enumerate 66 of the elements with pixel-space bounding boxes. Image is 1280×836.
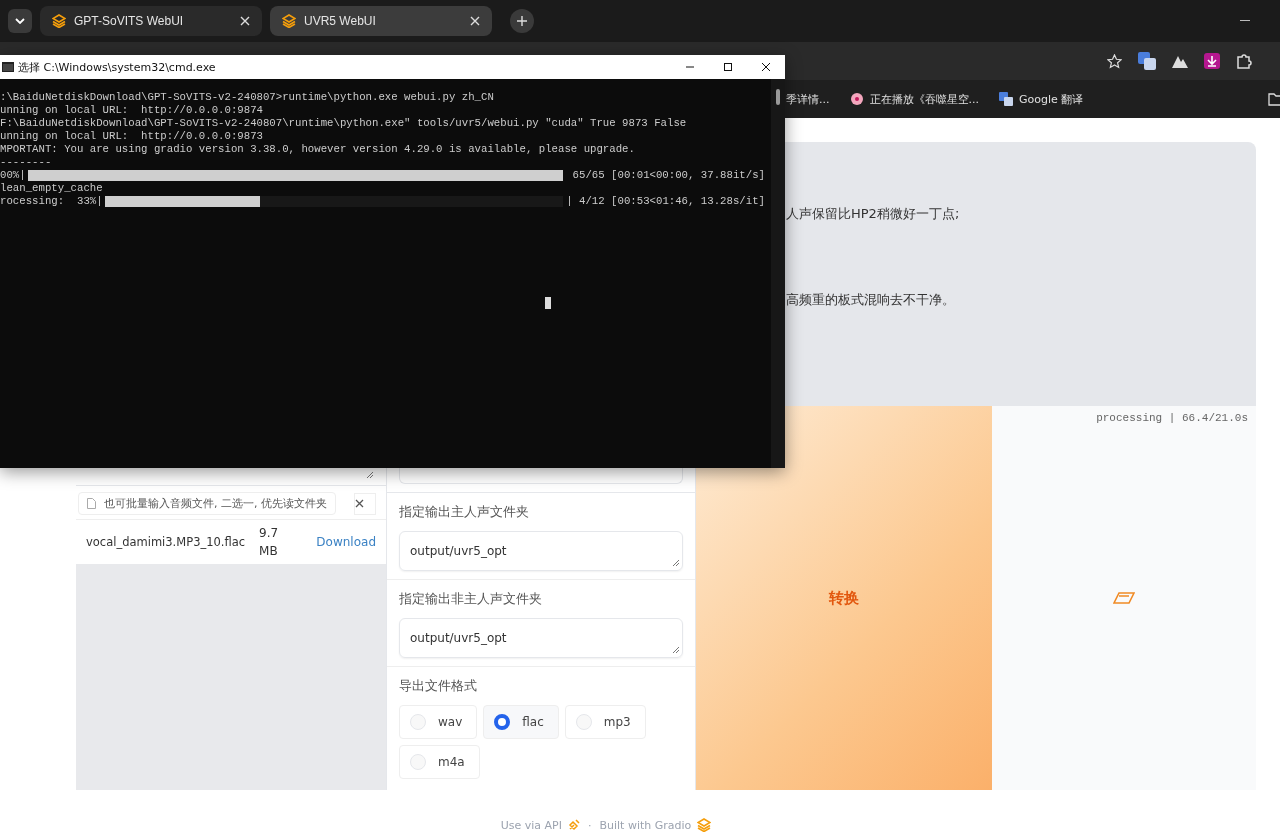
text-field[interactable]: output/uvr5_opt bbox=[399, 531, 683, 571]
file-name: vocal_damimi3.MP3_10.flac bbox=[86, 534, 246, 550]
terminal-icon bbox=[2, 62, 14, 72]
close-icon bbox=[761, 62, 771, 72]
console-line: 00%| bbox=[0, 169, 26, 182]
loader-icon bbox=[1113, 592, 1135, 604]
maximize-icon bbox=[723, 62, 733, 72]
window-title: 选择 C:\Windows\system32\cmd.exe bbox=[18, 59, 216, 75]
file-icon bbox=[87, 498, 96, 509]
file-hint: 也可批量输入音频文件, 二选一, 优先读文件夹 bbox=[104, 496, 327, 511]
chevron-down-icon bbox=[15, 18, 25, 24]
bookmark-link[interactable]: 季详情... bbox=[786, 91, 830, 107]
radio-option[interactable]: m4a bbox=[399, 745, 480, 779]
gradio-logo-icon bbox=[697, 818, 712, 832]
download-icon[interactable] bbox=[1204, 53, 1220, 69]
text-field[interactable]: output/uvr5_opt bbox=[399, 618, 683, 658]
console-line: MPORTANT: You are using gradio version 3.38.0, however version 4.29.0 is available, please upgrade. bbox=[0, 143, 636, 156]
mountain-icon[interactable] bbox=[1172, 54, 1188, 68]
radio-option[interactable]: wav bbox=[399, 705, 478, 739]
browser-tab[interactable]: UVR5 WebUI bbox=[270, 6, 492, 36]
console-line: unning on local URL: http://0.0.0.0:9873 bbox=[0, 130, 264, 143]
separator-dot: · bbox=[587, 818, 592, 832]
scrollbar-thumb[interactable] bbox=[776, 89, 780, 105]
description-text: 高频重的板式混响去不干净。 bbox=[786, 291, 956, 309]
field-label: 指定输出非主人声文件夹 bbox=[399, 590, 543, 608]
close-icon[interactable] bbox=[240, 16, 250, 26]
translate-icon[interactable] bbox=[1138, 52, 1156, 70]
radio-option[interactable]: mp3 bbox=[564, 705, 646, 739]
tab-list-button[interactable] bbox=[8, 9, 32, 33]
folder-icon[interactable] bbox=[1268, 92, 1280, 106]
console-line: F:\BaiduNetdiskDownload\GPT-SoVITS-v2-240807\runtime\python.exe" tools/uvr5/webui.py "cuda" True 9873 False bbox=[0, 117, 688, 130]
console-line: -------- bbox=[0, 156, 53, 169]
console-line: 65/65 [00:01<00:00, 37.88it/s] bbox=[572, 169, 765, 182]
radio-option[interactable]: flac bbox=[483, 705, 559, 739]
browser-tab[interactable]: GPT-SoVITS WebUI bbox=[40, 6, 262, 36]
console-line: lean_empty_cache bbox=[0, 182, 104, 195]
flower-icon bbox=[849, 92, 864, 106]
minimize-icon[interactable] bbox=[1240, 20, 1250, 22]
plus-icon bbox=[517, 16, 527, 26]
puzzle-icon[interactable] bbox=[1236, 53, 1252, 69]
translate-icon bbox=[999, 92, 1013, 106]
scrollbar[interactable] bbox=[771, 79, 785, 468]
clear-button[interactable] bbox=[354, 492, 376, 515]
console-line: :\BaiduNetdiskDownload\GPT-SoVITS-v2-240807>runtime\python.exe webui.py zh_CN bbox=[0, 91, 495, 104]
text-cursor bbox=[545, 297, 551, 309]
console-line: unning on local URL: http://0.0.0.0:9874 bbox=[0, 104, 264, 117]
resize-handle-icon[interactable] bbox=[366, 471, 374, 479]
field-label: 指定输出主人声文件夹 bbox=[399, 503, 530, 521]
bookmark-link[interactable]: 正在播放《吞噬星空... bbox=[849, 91, 979, 107]
download-link[interactable]: Download bbox=[316, 535, 376, 549]
new-tab-button[interactable] bbox=[510, 9, 534, 33]
console-line: | 4/12 [00:53<01:46, 13.28s/it] bbox=[566, 195, 765, 208]
console-line: rocessing: 33%| bbox=[0, 195, 103, 208]
gradio-logo-icon bbox=[52, 14, 66, 28]
file-size: 9.7 MB bbox=[259, 525, 280, 560]
close-icon[interactable] bbox=[470, 16, 480, 26]
resize-handle-icon[interactable] bbox=[672, 559, 680, 567]
star-icon[interactable] bbox=[1107, 53, 1122, 69]
description-text: 人声保留比HP2稍微好一丁点; bbox=[786, 205, 961, 223]
bookmark-link[interactable]: Google 翻译 bbox=[999, 91, 1084, 107]
gradio-logo-icon bbox=[282, 14, 296, 28]
resize-handle-icon[interactable] bbox=[672, 646, 680, 654]
close-icon bbox=[355, 499, 364, 508]
processing-status: processing | 66.4/21.0s bbox=[1096, 412, 1248, 424]
radio-button[interactable] bbox=[494, 714, 511, 730]
field-label: 导出文件格式 bbox=[399, 677, 478, 695]
